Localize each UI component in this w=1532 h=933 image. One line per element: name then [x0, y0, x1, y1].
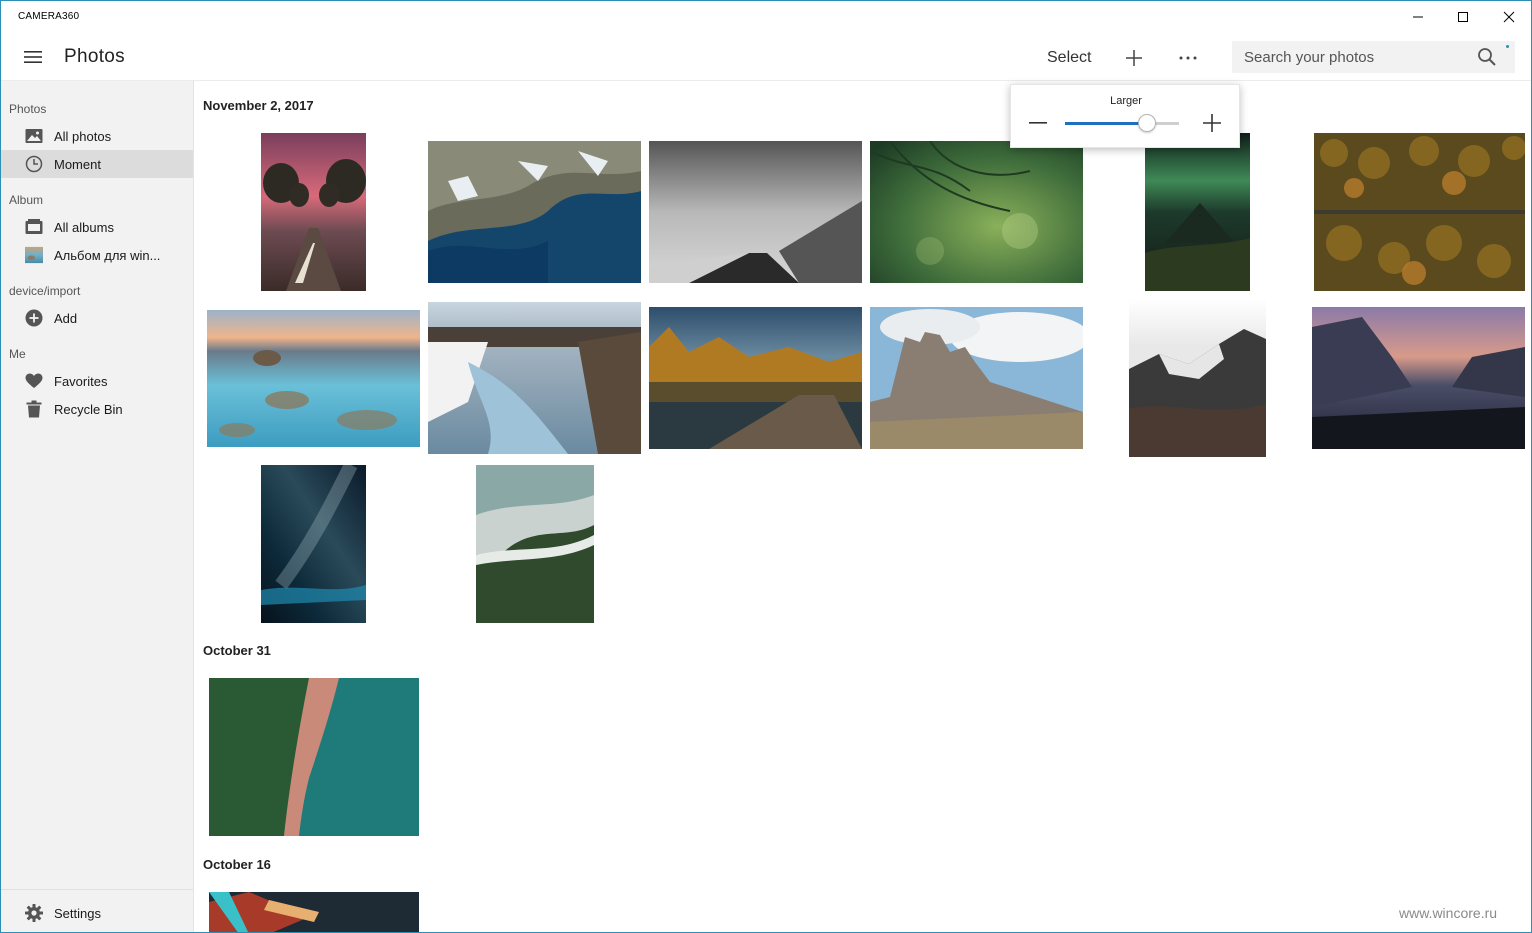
- section-album: Album: [9, 193, 44, 207]
- sidebar-item-label: All photos: [54, 128, 112, 144]
- zoom-out-button[interactable]: [1027, 112, 1049, 134]
- menu-button[interactable]: [15, 39, 51, 75]
- album-icon: [25, 218, 43, 236]
- select-button[interactable]: Select: [1037, 47, 1101, 69]
- sidebar: Photos All photos Moment Album All album…: [1, 81, 194, 932]
- photo-neon-building[interactable]: [209, 892, 419, 932]
- section-device-import: device/import: [9, 284, 81, 298]
- photo-autumn-forest-aerial[interactable]: [1314, 133, 1525, 291]
- sidebar-item-label: Moment: [54, 156, 101, 172]
- sidebar-item-recycle-bin[interactable]: Recycle Bin: [1, 395, 193, 423]
- sidebar-item-label: Add: [54, 310, 78, 326]
- sidebar-item-label: Settings: [54, 905, 101, 921]
- notification-dot: [1506, 45, 1509, 48]
- photo-waterfall-canyon[interactable]: [428, 302, 641, 454]
- close-button[interactable]: [1486, 1, 1531, 33]
- image-icon: [25, 127, 43, 145]
- photo-road-trees-sunset[interactable]: [261, 133, 366, 291]
- photo-lake-rocks-sunset[interactable]: [207, 310, 420, 447]
- app-title: CAMERA360: [18, 11, 80, 22]
- sidebar-item-favorites[interactable]: Favorites: [1, 367, 193, 395]
- page-title: Photos: [64, 46, 125, 67]
- section-photos: Photos: [9, 102, 47, 116]
- sidebar-item-album-win[interactable]: Альбом для win...: [1, 241, 193, 269]
- clock-icon: [25, 155, 43, 173]
- photo-forest-river-aerial[interactable]: [209, 678, 419, 836]
- zoom-slider-thumb[interactable]: [1138, 114, 1157, 132]
- zoom-label: Larger: [1110, 95, 1142, 107]
- close-icon: [1503, 11, 1515, 23]
- photo-winter-road[interactable]: [649, 141, 862, 283]
- more-icon: [1179, 56, 1197, 60]
- sidebar-item-label: All albums: [54, 219, 114, 235]
- sidebar-item-all-photos[interactable]: All photos: [1, 122, 193, 150]
- zoom-popup: Larger: [1010, 84, 1240, 148]
- photo-aerial-shore-forest[interactable]: [476, 465, 594, 623]
- sidebar-item-all-albums[interactable]: All albums: [1, 213, 193, 241]
- search-icon[interactable]: [1477, 47, 1497, 67]
- date-header: October 31: [203, 643, 271, 658]
- photo-lake-pier-autumn[interactable]: [649, 307, 862, 449]
- maximize-icon: [1458, 12, 1468, 22]
- zoom-slider[interactable]: [1065, 114, 1179, 132]
- sidebar-item-label: Favorites: [54, 373, 108, 389]
- minimize-button[interactable]: [1395, 1, 1441, 33]
- hamburger-icon: [24, 51, 42, 63]
- add-button[interactable]: [1117, 41, 1151, 75]
- zoom-slider-fill: [1065, 122, 1148, 125]
- sidebar-item-label: Альбом для win...: [54, 247, 161, 263]
- sidebar-item-add[interactable]: Add: [1, 304, 193, 332]
- photo-aerial-coast[interactable]: [428, 141, 641, 283]
- minus-icon: [1029, 122, 1047, 124]
- date-header: October 16: [203, 857, 271, 872]
- photo-yosemite-valley[interactable]: [1312, 307, 1525, 449]
- search-input[interactable]: [1232, 41, 1472, 73]
- gear-icon: [25, 904, 43, 922]
- app-window: CAMERA360 Photos Select Search your phot…: [0, 0, 1532, 933]
- search-box: [1232, 41, 1515, 73]
- watermark: www.wincore.ru: [1399, 905, 1498, 921]
- photo-dolomites-peaks[interactable]: [870, 307, 1083, 449]
- plus-icon: [1126, 50, 1142, 66]
- heart-icon: [25, 372, 43, 390]
- add-circle-icon: [25, 309, 43, 327]
- more-button[interactable]: [1171, 41, 1205, 75]
- photo-milky-way[interactable]: [261, 465, 366, 623]
- maximize-button[interactable]: [1440, 1, 1486, 33]
- photo-grid: November 2, 2017 October 31 October 16: [195, 81, 1531, 932]
- settings-divider: [1, 889, 193, 890]
- trash-icon: [25, 400, 43, 418]
- sidebar-item-label: Recycle Bin: [54, 401, 123, 417]
- title-bar: CAMERA360: [1, 1, 1531, 33]
- sidebar-item-settings[interactable]: Settings: [1, 899, 193, 927]
- album-thumbnail: [25, 246, 43, 264]
- section-me: Me: [9, 347, 26, 361]
- photo-green-branches[interactable]: [870, 141, 1083, 283]
- minimize-icon: [1413, 16, 1423, 18]
- plus-icon: [1203, 114, 1221, 132]
- sidebar-item-moment[interactable]: Moment: [1, 150, 193, 178]
- photo-snowy-mountain-fog[interactable]: [1129, 299, 1266, 457]
- date-header: November 2, 2017: [203, 98, 314, 113]
- photo-aurora-mountain[interactable]: [1145, 133, 1250, 291]
- zoom-in-button[interactable]: [1201, 112, 1223, 134]
